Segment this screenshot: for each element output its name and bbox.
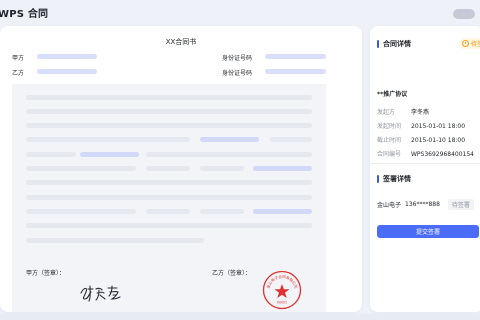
text-line <box>26 195 312 200</box>
detail-value: 2015-01-01 18:00 <box>411 123 466 130</box>
text-line <box>26 152 76 157</box>
text-line <box>200 209 244 214</box>
text-line <box>26 166 136 171</box>
section-divider <box>370 163 480 164</box>
text-line <box>270 137 312 142</box>
signer-name: 金山电子 <box>377 202 402 209</box>
text-line <box>146 152 312 157</box>
contract-details-title: 合同详情 <box>383 40 411 48</box>
party-b-sign-label: 乙方（签章）： <box>212 270 252 277</box>
id-number-label-b: 身份证号码 <box>222 70 253 77</box>
detail-value: WPS3692968400154 <box>411 151 474 158</box>
detail-key: 发起时间 <box>377 123 402 130</box>
fill-field <box>253 166 312 171</box>
section-marker <box>377 175 379 183</box>
signing-details-header: 签署详情 <box>377 174 411 184</box>
detail-key: 合同编号 <box>377 151 402 158</box>
text-line <box>26 180 312 185</box>
app-window: WPS 合同 XX合同书 甲方 身份证号码 乙方 身份证号码 甲方（签章）： 乙… <box>0 0 480 320</box>
text-line <box>146 166 190 171</box>
party-a-id-field <box>265 54 326 59</box>
document-title: XX合同书 <box>165 38 197 46</box>
contract-document: XX合同书 甲方 身份证号码 乙方 身份证号码 甲方（签章）： 乙方（签章）： … <box>0 26 362 312</box>
contract-details-header: 合同详情 <box>377 39 411 49</box>
party-a-label: 甲方 <box>12 55 25 62</box>
text-line <box>146 209 190 214</box>
seal-star <box>274 284 290 298</box>
text-line <box>26 95 312 100</box>
text-line <box>26 123 312 128</box>
text-line <box>26 137 190 142</box>
text-line <box>26 238 204 243</box>
party-b-label: 乙方 <box>12 70 25 77</box>
party-b-name-field <box>37 69 97 74</box>
company-seal-icon: 金山电子合同有限公司 00001 <box>262 270 302 310</box>
fill-field <box>80 152 139 157</box>
seal-code: 00001 <box>277 301 287 305</box>
detail-key: 发起方 <box>377 109 396 116</box>
contract-name: **推广协议 <box>377 91 408 98</box>
party-a-sign-label: 甲方（签章）： <box>26 270 66 277</box>
app-title: WPS 合同 <box>0 9 49 20</box>
party-b-id-field <box>265 69 326 74</box>
text-line <box>26 223 312 228</box>
status-badge: 待签 <box>459 38 480 49</box>
id-number-label-a: 身份证号码 <box>222 55 253 62</box>
text-line <box>26 109 312 114</box>
text-line <box>26 209 136 214</box>
side-panel: 合同详情 待签 **推广协议 发起方 李冬燕 发起时间 2015-01-01 18:… <box>370 26 480 312</box>
detail-row: 截止时间 2015-01-10 18:00 <box>377 135 465 144</box>
signer-row: 金山电子 136****888 待签署 <box>377 199 474 210</box>
handwritten-signature <box>80 285 121 302</box>
detail-row: 合同编号 WPS3692968400154 <box>377 149 474 158</box>
fill-field <box>200 137 259 142</box>
detail-key: 截止时间 <box>377 137 402 144</box>
submit-sign-button[interactable]: 提交签署 <box>377 225 479 238</box>
detail-row: 发起方 李冬燕 <box>377 107 429 116</box>
clock-icon <box>462 40 469 47</box>
signer-status-badge: 待签署 <box>447 199 474 210</box>
detail-value: 李冬燕 <box>411 109 430 116</box>
signing-details-title: 签署详情 <box>383 175 411 183</box>
signer-phone: 136****888 <box>405 201 440 208</box>
section-marker <box>377 40 379 48</box>
party-a-name-field <box>37 54 97 59</box>
fill-field <box>253 209 312 214</box>
top-bar: WPS 合同 <box>0 0 480 28</box>
detail-row: 发起时间 2015-01-01 18:00 <box>377 121 465 130</box>
status-text: 待签 <box>471 41 480 48</box>
account-menu-button[interactable] <box>453 9 475 19</box>
text-line <box>200 166 244 171</box>
detail-value: 2015-01-10 18:00 <box>411 137 466 144</box>
bottom-strip <box>0 314 480 320</box>
